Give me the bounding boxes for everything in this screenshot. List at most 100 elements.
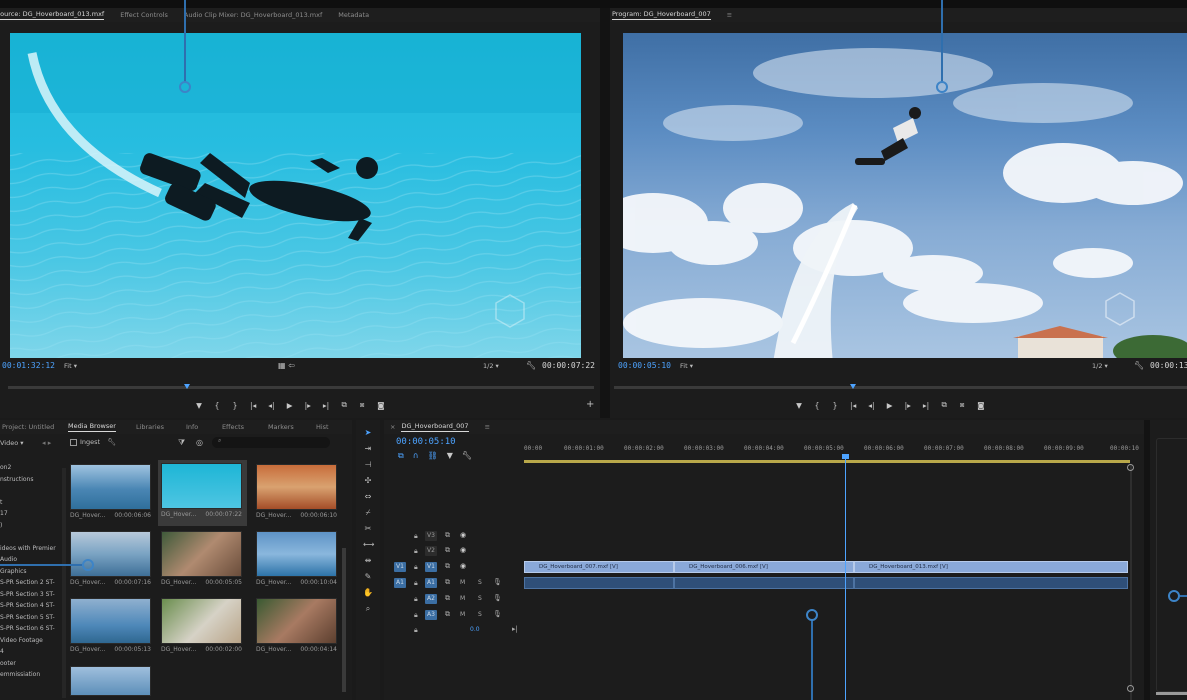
sync-icon[interactable]: ⧉	[445, 562, 450, 571]
panel-menu-icon[interactable]: ≡	[727, 11, 732, 19]
slip-tool-icon[interactable]: ⟷	[363, 540, 374, 550]
linked-selection-icon[interactable]: ⛓	[428, 451, 438, 461]
tab-effects[interactable]: Effects	[222, 423, 268, 431]
timeline-playhead[interactable]	[845, 456, 846, 700]
video-clip[interactable]: DG_Hoverboard_006.mxf [V]	[674, 561, 854, 573]
tab-history[interactable]: Hist	[316, 423, 329, 431]
clip-thumbnail[interactable]: DG_Hover... 00:00:10:04	[256, 531, 337, 586]
mute-button[interactable]: M	[460, 579, 465, 586]
lock-icon[interactable]: 🔒︎	[414, 595, 418, 604]
scroll-handle[interactable]	[1127, 464, 1134, 471]
tab-project[interactable]: Project: Untitled	[2, 423, 68, 431]
razor-tool-icon[interactable]: ✂	[363, 524, 373, 534]
tree-item[interactable]: S-PR Section 2 ST-	[0, 579, 62, 591]
checkbox-icon[interactable]	[70, 438, 77, 446]
add-marker-icon[interactable]: ▼	[196, 401, 202, 410]
wrench-icon[interactable]: 🔧︎	[462, 451, 472, 461]
program-resolution-select[interactable]: 1/2 ▾	[1092, 362, 1108, 370]
eye-icon[interactable]: ◉	[460, 562, 466, 570]
source-timecode[interactable]: 00:01:32:12	[2, 361, 55, 370]
track-select-icon[interactable]: ⇥	[363, 444, 373, 454]
source-resolution-select[interactable]: 1/2 ▾	[483, 362, 499, 370]
tree-item[interactable]: nstructions	[0, 476, 62, 488]
export-frame-icon[interactable]: ◙	[977, 401, 984, 410]
audio-clip[interactable]	[674, 577, 854, 589]
mute-button[interactable]: M	[460, 611, 465, 618]
add-button-icon[interactable]: +	[586, 399, 594, 410]
clip-thumbnail[interactable]	[70, 666, 151, 696]
track-target-a2[interactable]: A2	[425, 594, 437, 604]
expand-icon[interactable]: ▸|	[512, 625, 518, 633]
timeline-timecode[interactable]: 00:00:05:10	[396, 437, 456, 447]
playhead-handle[interactable]	[842, 454, 849, 459]
nav-arrows[interactable]: ◂ ▸	[42, 439, 51, 447]
mic-icon[interactable]: 🎙︎	[493, 578, 502, 586]
step-back-icon[interactable]: ◂|	[868, 401, 874, 410]
tab-metadata[interactable]: Metadata	[338, 11, 369, 19]
selection-tool-icon[interactable]: ➤	[363, 428, 373, 438]
tab-markers[interactable]: Markers	[268, 423, 316, 431]
tab-media-browser[interactable]: Media Browser	[68, 422, 116, 432]
slide-tool-icon[interactable]: ⇹	[363, 556, 373, 566]
mark-out-icon[interactable]: }	[832, 401, 838, 410]
tree-item[interactable]: emmissiation	[0, 671, 62, 683]
mark-in-icon[interactable]: {	[814, 401, 820, 410]
step-back-icon[interactable]: ◂|	[268, 401, 274, 410]
close-icon[interactable]: ×	[390, 423, 395, 431]
go-to-out-icon[interactable]: ▸|	[323, 401, 329, 410]
lock-icon[interactable]: 🔒︎	[414, 563, 418, 572]
play-icon[interactable]: ▶	[887, 401, 893, 410]
lock-icon[interactable]: 🔒︎	[414, 626, 418, 635]
work-area-bar[interactable]	[524, 460, 1130, 463]
insert-icon[interactable]: ⧉	[341, 400, 347, 410]
source-playhead[interactable]	[184, 384, 190, 389]
grid-scrollbar[interactable]	[342, 548, 346, 692]
clip-thumbnail[interactable]: DG_Hover... 00:00:06:10	[256, 464, 337, 519]
folder-tree[interactable]: on2 nstructions t 17 ) ideos with Premie…	[0, 464, 62, 700]
ingest-checkbox[interactable]: Ingest 🔧︎	[70, 438, 116, 446]
track-lanes[interactable]: DG_Hoverboard_007.mxf [V] DG_Hoverboard_…	[524, 561, 1128, 595]
sync-icon[interactable]: ⧉	[445, 610, 450, 619]
lock-icon[interactable]: 🔒︎	[414, 547, 418, 556]
lift-icon[interactable]: ⧉	[941, 400, 947, 410]
tree-item[interactable]: t	[0, 499, 62, 511]
program-fit-select[interactable]: Fit ▾	[680, 362, 693, 370]
marker-icon[interactable]: ▼	[447, 451, 453, 461]
go-to-out-icon[interactable]: ▸|	[923, 401, 929, 410]
step-forward-icon[interactable]: |▸	[905, 401, 911, 410]
track-target-v1[interactable]: V1	[425, 562, 437, 572]
tree-item[interactable]	[0, 533, 62, 545]
razor-icon[interactable]: ⌿	[363, 508, 373, 518]
track-target-a1[interactable]: A1	[425, 578, 437, 588]
audio-clip[interactable]	[524, 577, 674, 589]
video-clip[interactable]: DG_Hoverboard_013.mxf [V]	[854, 561, 1128, 573]
tree-item[interactable]: S-PR Section 4 ST-	[0, 602, 62, 614]
rolling-edit-icon[interactable]: ✣	[363, 476, 373, 486]
eye-icon[interactable]: ◉	[460, 531, 466, 539]
tab-program[interactable]: Program: DG_Hoverboard_007	[612, 10, 711, 20]
sync-icon[interactable]: ⧉	[445, 531, 450, 540]
clip-thumbnail[interactable]: DG_Hover... 00:00:06:06	[70, 464, 151, 519]
program-time-ruler[interactable]	[614, 386, 1187, 389]
extract-icon[interactable]: ⧈	[959, 400, 965, 410]
wrench-icon[interactable]: 🔧︎	[1134, 361, 1144, 370]
wrench-icon[interactable]: 🔧︎	[526, 361, 536, 370]
mark-out-icon[interactable]: }	[232, 401, 238, 410]
view-icon[interactable]: ◎	[196, 438, 203, 447]
media-type-select[interactable]: Video ▾	[0, 439, 24, 447]
nest-icon[interactable]: ⧉	[398, 451, 404, 461]
track-target-v3[interactable]: V3	[425, 531, 437, 541]
program-playhead[interactable]	[850, 384, 856, 389]
go-to-in-icon[interactable]: |◂	[250, 401, 256, 410]
search-input[interactable]: ⌕	[212, 437, 330, 448]
tree-item[interactable]: Graphics	[0, 568, 62, 580]
tree-item[interactable]: on2	[0, 464, 62, 476]
lock-icon[interactable]: 🔒︎	[414, 579, 418, 588]
panel-menu-icon[interactable]: ≡	[485, 423, 490, 431]
eye-icon[interactable]: ◉	[460, 546, 466, 554]
tab-libraries[interactable]: Libraries	[136, 423, 186, 431]
lock-icon[interactable]: 🔒︎	[414, 611, 418, 620]
clip-thumbnail[interactable]: DG_Hover... 00:00:04:14	[256, 598, 337, 653]
sync-icon[interactable]: ⧉	[445, 546, 450, 555]
tab-audio-clip-mixer[interactable]: Audio Clip Mixer: DG_Hoverboard_013.mxf	[184, 11, 322, 19]
